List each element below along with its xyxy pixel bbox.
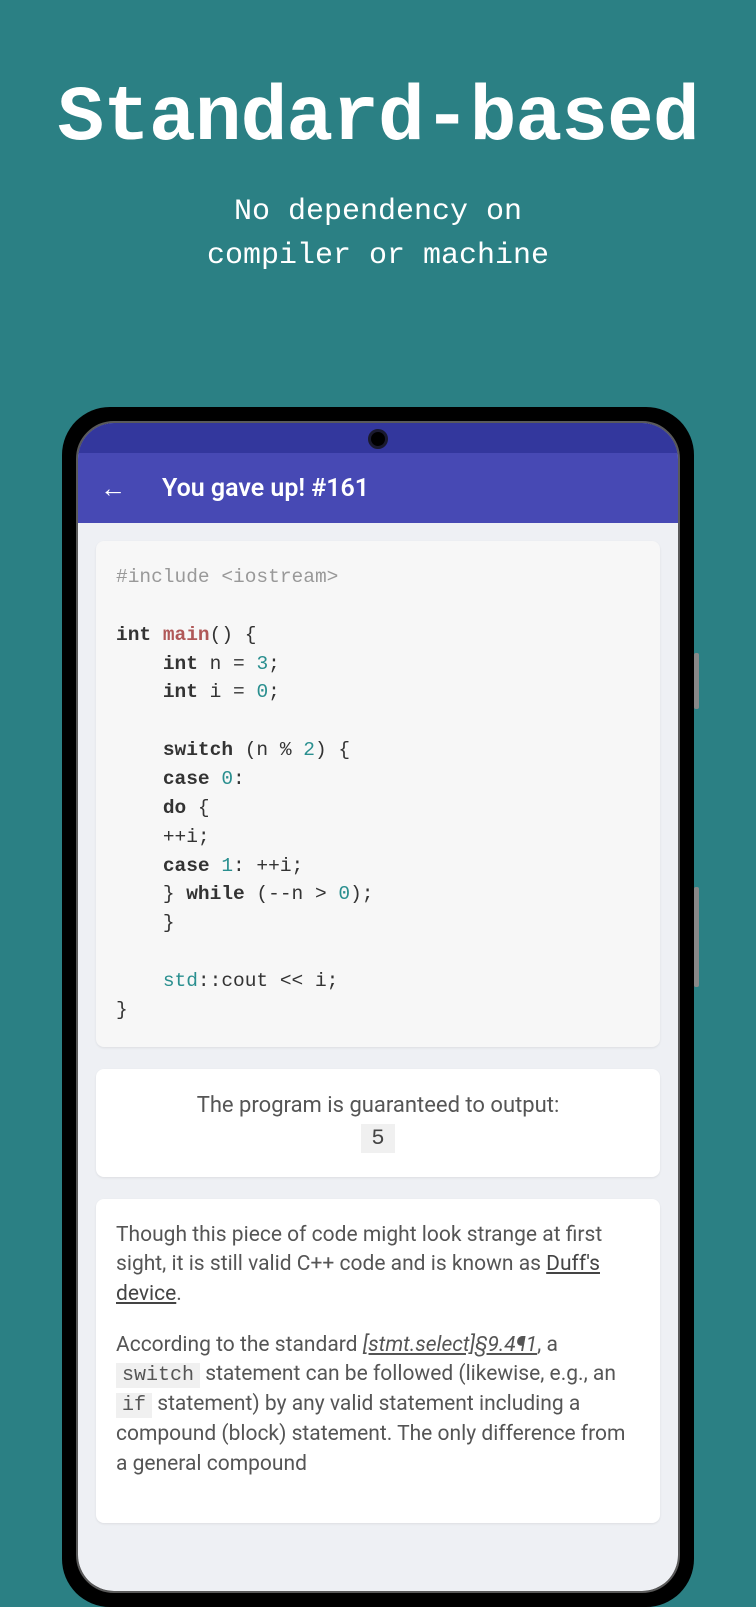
explanation-paragraph: According to the standard [stmt.select]§… <box>116 1331 640 1479</box>
explanation-paragraph: Though this piece of code might look str… <box>116 1221 640 1309</box>
code-token: } <box>116 999 128 1021</box>
code-token: 2 <box>303 739 315 761</box>
app-bar: ← You gave up! #161 <box>78 453 678 523</box>
code-token: int <box>163 681 198 703</box>
code-token: ++i; <box>163 826 210 848</box>
code-token: 0 <box>256 681 268 703</box>
code-token: } <box>163 883 186 905</box>
phone-camera-notch <box>368 429 388 449</box>
code-token: ; <box>268 653 280 675</box>
code-token: 1 <box>221 855 233 877</box>
explanation-text: statement) by any valid statement includ… <box>116 1392 625 1475</box>
phone-side-button <box>694 653 699 709</box>
code-token: #include <box>116 566 221 588</box>
phone-screen: ← You gave up! #161 #include <iostream> … <box>78 423 678 1591</box>
output-label: The program is guaranteed to output: <box>116 1093 640 1118</box>
inline-code: if <box>116 1393 152 1418</box>
output-card: The program is guaranteed to output: 5 <box>96 1069 660 1177</box>
phone-frame: ← You gave up! #161 #include <iostream> … <box>62 407 694 1607</box>
explanation-text: Though this piece of code might look str… <box>116 1223 602 1276</box>
code-token: } <box>163 912 175 934</box>
explanation-text: . <box>176 1282 182 1306</box>
content-area: #include <iostream> int main() { int n =… <box>78 523 678 1563</box>
back-arrow-icon[interactable]: ← <box>100 473 126 504</box>
code-token: int <box>163 653 198 675</box>
code-token: { <box>186 797 209 819</box>
code-token: while <box>186 883 245 905</box>
code-token: case <box>163 855 210 877</box>
explanation-card: Though this piece of code might look str… <box>96 1199 660 1523</box>
explanation-text: , a <box>537 1333 558 1357</box>
inline-code: switch <box>116 1363 200 1388</box>
explanation-text: statement can be followed (likewise, e.g… <box>200 1362 616 1386</box>
code-token: int <box>116 624 151 646</box>
code-token: ; <box>268 681 280 703</box>
hero-subtitle-line1: No dependency on <box>234 195 522 229</box>
code-token: : <box>233 768 245 790</box>
code-token: ); <box>350 883 373 905</box>
code-token: switch <box>163 739 233 761</box>
code-token: i = <box>198 681 257 703</box>
code-token: main <box>163 624 210 646</box>
hero-subtitle-line2: compiler or machine <box>207 239 549 273</box>
code-token: <iostream> <box>221 566 338 588</box>
output-value: 5 <box>361 1124 394 1153</box>
phone-side-button <box>694 887 699 987</box>
explanation-text: According to the standard <box>116 1333 363 1357</box>
code-token: () { <box>210 624 257 646</box>
code-token: 0 <box>221 768 233 790</box>
code-token: : ++i; <box>233 855 303 877</box>
code-block: #include <iostream> int main() { int n =… <box>96 541 660 1047</box>
code-token: (n % <box>233 739 303 761</box>
code-token: (--n > <box>245 883 339 905</box>
hero-subtitle: No dependency on compiler or machine <box>0 191 756 278</box>
code-token: 3 <box>256 653 268 675</box>
code-token: case <box>163 768 210 790</box>
code-token: n = <box>198 653 257 675</box>
code-token: do <box>163 797 186 819</box>
code-token: 0 <box>338 883 350 905</box>
app-bar-title: You gave up! #161 <box>162 474 369 503</box>
hero-title: Standard-based <box>0 75 756 163</box>
code-token: ) { <box>315 739 350 761</box>
code-token: ::cout << i; <box>198 970 338 992</box>
standard-reference-link[interactable]: [stmt.select]§9.4¶1 <box>363 1333 537 1357</box>
code-token: std <box>163 970 198 992</box>
